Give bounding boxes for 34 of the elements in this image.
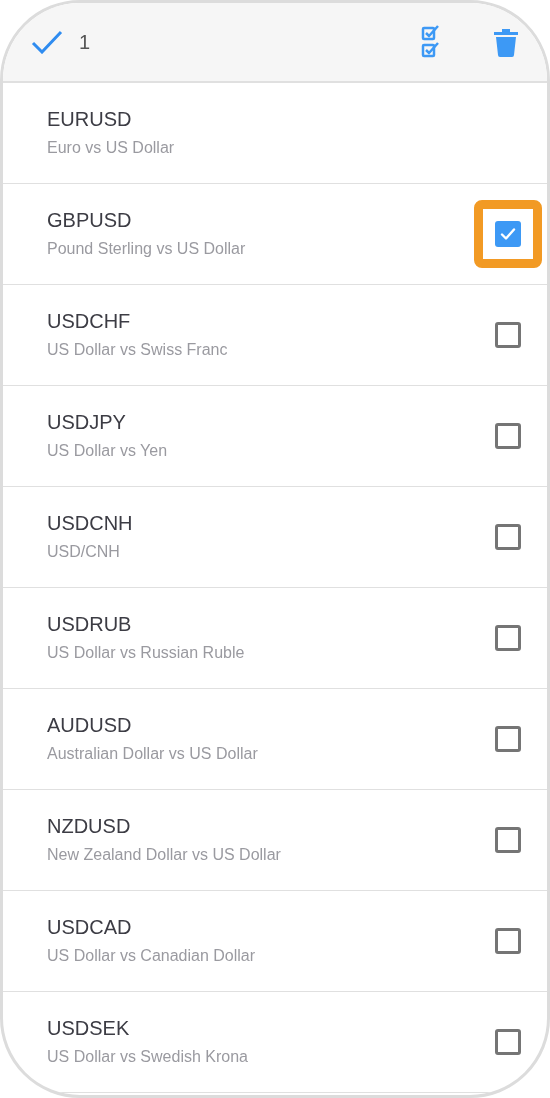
symbol-name: USDCHF — [47, 309, 132, 333]
symbol-description: US Dollar vs Canadian Dollar — [47, 946, 257, 966]
checkbox[interactable] — [495, 726, 521, 752]
checkbox[interactable] — [495, 625, 521, 651]
checkbox[interactable] — [495, 928, 521, 954]
symbol-description: USD/CNH — [47, 542, 121, 562]
symbol-name: USDSEK — [47, 1016, 131, 1040]
symbol-name: GBPUSD — [47, 208, 133, 232]
symbol-name: USDJPY — [47, 410, 127, 434]
selected-count: 1 — [79, 30, 91, 55]
symbol-name: AUDUSD — [47, 713, 133, 737]
checklist-icon[interactable] — [421, 25, 441, 59]
symbol-description: Euro vs US Dollar — [47, 138, 176, 158]
symbol-name: USDCNH — [47, 511, 134, 535]
check-icon[interactable] — [31, 30, 63, 54]
symbol-description: New Zealand Dollar vs US Dollar — [47, 845, 282, 865]
symbol-description: US Dollar vs Swedish Krona — [47, 1047, 249, 1067]
symbol-description: Pound Sterling vs US Dollar — [47, 239, 247, 259]
checkbox[interactable] — [495, 221, 521, 247]
symbol-name: USDCAD — [47, 915, 133, 939]
symbol-name: NZDUSD — [47, 814, 132, 838]
symbol-name: EURUSD — [47, 107, 133, 131]
checkbox[interactable] — [495, 524, 521, 550]
symbol-description: US Dollar vs Swiss Franc — [47, 340, 229, 360]
symbol-description: US Dollar vs Russian Ruble — [47, 643, 246, 663]
checkbox[interactable] — [495, 322, 521, 348]
checkbox[interactable] — [495, 827, 521, 853]
checkbox[interactable] — [495, 1029, 521, 1055]
trash-icon[interactable] — [493, 27, 519, 57]
check-icon — [499, 225, 517, 243]
symbol-name: USDRUB — [47, 612, 133, 636]
checkbox[interactable] — [495, 423, 521, 449]
symbol-description: US Dollar vs Yen — [47, 441, 169, 461]
symbol-description: Australian Dollar vs US Dollar — [47, 744, 259, 764]
